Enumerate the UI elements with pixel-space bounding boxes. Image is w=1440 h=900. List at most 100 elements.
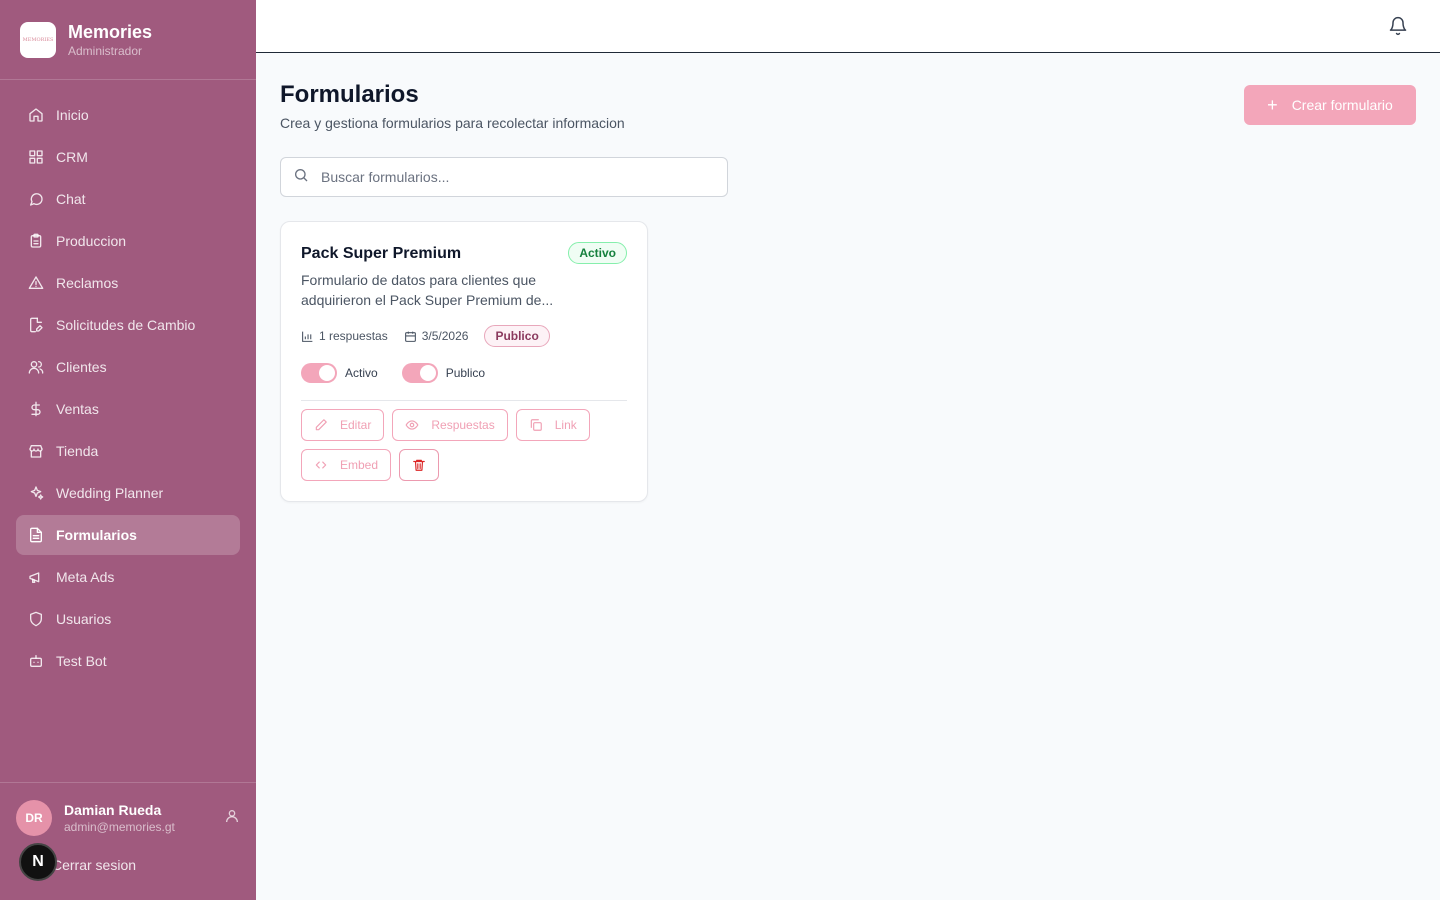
form-card-title: Pack Super Premium: [301, 245, 462, 262]
edit-button[interactable]: Editar: [301, 409, 385, 441]
form-card-actions: Editar Respuestas Link Embed: [301, 409, 631, 489]
edit-label: Editar: [340, 418, 372, 432]
responses-count-text: 1 respuestas: [319, 329, 388, 343]
embed-label: Embed: [340, 458, 379, 472]
create-form-button[interactable]: + Crear formulario: [1244, 85, 1416, 125]
brand-logo-text: MEMORIES: [22, 36, 54, 43]
toggle-public[interactable]: [401, 363, 438, 383]
bar-chart-icon: [302, 331, 313, 342]
search-icon: [293, 167, 309, 188]
create-form-label: Crear formulario: [1291, 97, 1393, 113]
toggle-active-group: Activo: [301, 363, 378, 383]
sidebar-item-label: CRM: [56, 149, 88, 165]
sidebar-item-label: Formularios: [56, 527, 137, 543]
form-card: Pack Super Premium Activo Formulario de …: [280, 221, 648, 502]
sidebar-footer: DR Damian Rueda admin@memories.gt Cerrar…: [0, 782, 256, 900]
plus-icon: +: [1267, 94, 1278, 115]
sidebar-item-label: Ventas: [56, 401, 99, 417]
eye-icon: [405, 420, 419, 430]
sidebar-item-inicio[interactable]: Inicio: [16, 95, 240, 135]
sidebar-item-label: Solicitudes de Cambio: [56, 317, 196, 333]
toggle-knob: [319, 365, 335, 381]
trash-icon: [413, 459, 425, 471]
form-card-meta: 1 respuestas 3/5/2026 Publico: [301, 325, 550, 347]
sidebar-item-tienda[interactable]: Tienda: [16, 431, 240, 471]
toggle-public-label: Publico: [445, 366, 486, 380]
toggle-active[interactable]: [301, 363, 337, 383]
avatar: DR: [16, 800, 52, 836]
page-subtitle: Crea y gestiona formularios para recolec…: [280, 115, 625, 131]
sparkles-icon: [28, 485, 44, 501]
calendar-icon: [404, 331, 416, 342]
form-date-text: 3/5/2026: [421, 329, 469, 343]
clipboard-icon: [28, 233, 44, 249]
shield-icon: [28, 611, 44, 627]
sidebar-item-reclamos[interactable]: Reclamos: [16, 263, 240, 303]
brand-logo[interactable]: MEMORIES: [20, 21, 56, 58]
dollar-icon: [28, 401, 44, 417]
brand-header: MEMORIES Memories Administrador: [0, 0, 256, 80]
code-icon: [315, 461, 327, 469]
link-label: Link: [554, 418, 577, 432]
user-profile: DR Damian Rueda admin@memories.gt: [16, 799, 240, 837]
toggle-public-group: Publico: [401, 363, 486, 383]
toggle-active-label: Activo: [345, 366, 378, 380]
user-name: Damian Rueda: [64, 802, 162, 818]
delete-button[interactable]: [399, 449, 440, 481]
sidebar-item-label: Chat: [56, 191, 86, 207]
sidebar-item-label: Inicio: [56, 107, 89, 123]
search-box: [280, 157, 728, 197]
sidebar-item-usuarios[interactable]: Usuarios: [16, 599, 240, 639]
logout-button[interactable]: Cerrar sesion: [52, 857, 136, 873]
toggle-knob: [419, 365, 436, 381]
top-bar: [256, 0, 1440, 53]
sidebar-item-wedding-planner[interactable]: Wedding Planner: [16, 473, 240, 513]
copy-link-button[interactable]: Link: [515, 409, 590, 441]
home-icon: [28, 107, 44, 123]
user-profile-icon[interactable]: [224, 808, 240, 829]
sidebar: MEMORIES Memories Administrador Inicio C…: [0, 0, 256, 900]
sidebar-item-formularios[interactable]: Formularios: [16, 515, 240, 555]
user-email: admin@memories.gt: [64, 820, 175, 834]
sidebar-item-ventas[interactable]: Ventas: [16, 389, 240, 429]
grid-icon: [28, 149, 44, 165]
page-title: Formularios: [280, 81, 419, 108]
sidebar-item-label: Usuarios: [56, 611, 112, 627]
sidebar-item-clientes[interactable]: Clientes: [16, 347, 240, 387]
bell-icon[interactable]: [1388, 16, 1408, 36]
next-dev-badge[interactable]: N: [19, 843, 57, 881]
sidebar-item-label: Produccion: [56, 233, 127, 249]
responses-count: 1 respuestas: [301, 329, 388, 343]
brand-role: Administrador: [68, 43, 143, 58]
warning-icon: [28, 275, 44, 291]
status-badge: Activo: [568, 242, 627, 264]
sidebar-item-label: Tienda: [56, 443, 99, 459]
sidebar-item-crm[interactable]: CRM: [16, 137, 240, 177]
sidebar-item-label: Meta Ads: [56, 569, 115, 585]
file-edit-icon: [28, 317, 44, 333]
visibility-badge: Publico: [484, 325, 550, 347]
sidebar-item-label: Clientes: [56, 359, 107, 375]
card-divider: [301, 400, 627, 401]
chat-icon: [28, 191, 44, 207]
sidebar-item-meta-ads[interactable]: Meta Ads: [16, 557, 240, 597]
search-input[interactable]: [321, 169, 701, 185]
sidebar-nav: Inicio CRM Chat Produccion Reclamos Soli…: [0, 80, 256, 681]
embed-button[interactable]: Embed: [301, 449, 392, 481]
sidebar-item-test-bot[interactable]: Test Bot: [16, 641, 240, 681]
sidebar-item-produccion[interactable]: Produccion: [16, 221, 240, 261]
sidebar-item-solicitudes-de-cambio[interactable]: Solicitudes de Cambio: [16, 305, 240, 345]
sidebar-item-label: Test Bot: [56, 653, 107, 669]
responses-label: Respuestas: [431, 418, 495, 432]
form-card-description: Formulario de datos para clientes que ad…: [301, 272, 554, 308]
responses-button[interactable]: Respuestas: [392, 409, 508, 441]
bot-icon: [28, 653, 44, 669]
sidebar-item-label: Wedding Planner: [56, 485, 164, 501]
store-icon: [28, 443, 44, 459]
brand-text: Memories Administrador: [68, 22, 152, 58]
megaphone-icon: [28, 569, 44, 585]
user-info: Damian Rueda admin@memories.gt: [64, 802, 224, 834]
sidebar-item-chat[interactable]: Chat: [16, 179, 240, 219]
sidebar-item-label: Reclamos: [56, 275, 119, 291]
form-date: 3/5/2026: [404, 329, 469, 343]
